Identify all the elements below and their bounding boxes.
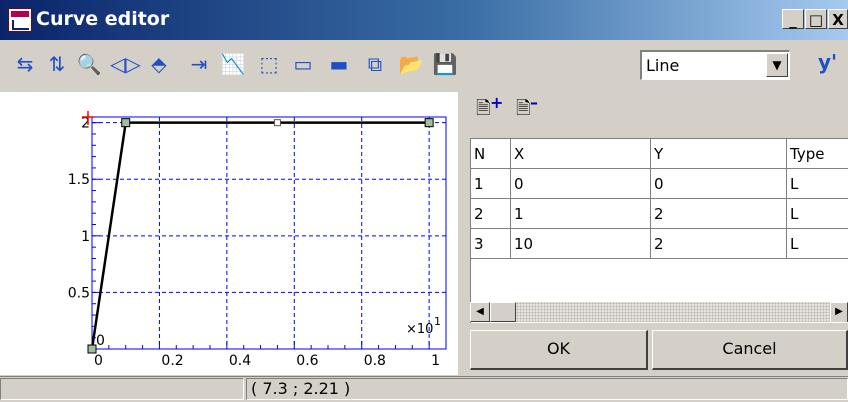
x-tick-label: 1 <box>431 353 440 369</box>
chart-icon[interactable]: 📉 <box>220 50 246 78</box>
x-tick-label: 0 <box>94 353 103 369</box>
scroll-thumb[interactable] <box>490 302 516 322</box>
x-multiplier-label: ×10 <box>406 322 433 337</box>
ok-button[interactable]: OK <box>470 330 648 370</box>
curve-plot[interactable]: 0 0.2 0.4 0.6 0.8 1 0.5 1 1.5 2 0 ×10 1 <box>0 92 458 375</box>
table-cell-n[interactable]: 2 <box>471 199 511 229</box>
cancel-button[interactable]: Cancel <box>652 330 848 370</box>
chevron-down-icon[interactable]: ▼ <box>766 53 788 77</box>
status-pane-empty <box>0 378 244 400</box>
line-tool-icon[interactable]: ▬ <box>326 50 352 78</box>
app-icon[interactable] <box>8 8 32 32</box>
point-table[interactable]: N X Y Type 1 0 0 L 2 1 2 L 3 10 2 L <box>470 138 848 323</box>
swap-horizontal-icon[interactable]: ⇆ <box>12 50 38 78</box>
table-cell-y[interactable]: 0 <box>651 169 787 199</box>
go-to-end-icon[interactable]: ⇥ <box>186 50 212 78</box>
curve-type-value: Line <box>646 56 680 75</box>
column-header-n[interactable]: N <box>471 139 511 169</box>
curve-point <box>87 344 97 354</box>
table-cell-type[interactable]: L <box>787 199 848 229</box>
y-axis-icon[interactable]: y' <box>818 50 837 74</box>
remove-point-icon[interactable]: 🗎 – <box>516 93 542 122</box>
table-cell-type[interactable]: L <box>787 169 848 199</box>
x-tick-label: 0.4 <box>229 353 251 369</box>
table-cell-n[interactable]: 3 <box>471 229 511 259</box>
y-tick-label: 1.5 <box>68 172 90 188</box>
fit-vertical-icon[interactable]: ⬘ <box>146 50 172 78</box>
swap-vertical-icon[interactable]: ⇅ <box>44 50 70 78</box>
table-cell-x[interactable]: 0 <box>511 169 651 199</box>
table-cell-y[interactable]: 2 <box>651 199 787 229</box>
y-tick-label: 0.5 <box>68 285 90 301</box>
copy-icon[interactable]: ⧉ <box>362 50 388 78</box>
cursor-position: ( 7.3 ; 2.21 ) <box>246 378 848 400</box>
minimize-button[interactable]: _ <box>782 9 804 29</box>
fit-horizontal-icon[interactable]: ◁▷ <box>110 50 141 78</box>
save-icon[interactable]: 💾 <box>432 50 458 78</box>
maximize-button[interactable]: □ <box>805 9 827 29</box>
curve-type-select[interactable]: Line ▼ <box>640 50 790 80</box>
close-button[interactable]: X <box>828 9 848 29</box>
column-header-y[interactable]: Y <box>651 139 787 169</box>
image-icon[interactable]: ▭ <box>290 50 316 78</box>
curve-midpoint-handle <box>273 119 281 127</box>
horizontal-scrollbar[interactable]: ◀ ▶ <box>470 302 848 322</box>
scroll-right-icon[interactable]: ▶ <box>830 302 848 322</box>
x-tick-label: 0.8 <box>364 353 386 369</box>
y-tick-label: 1 <box>81 229 90 245</box>
table-cell-y[interactable]: 2 <box>651 229 787 259</box>
x-tick-label: 0.2 <box>161 353 183 369</box>
column-header-x[interactable]: X <box>511 139 651 169</box>
table-cell-x[interactable]: 10 <box>511 229 651 259</box>
curve-plot-svg[interactable]: 0 0.2 0.4 0.6 0.8 10.511.520×101 <box>0 92 458 375</box>
table-cell-x[interactable]: 1 <box>511 199 651 229</box>
plot-frame <box>91 116 447 350</box>
zoom-icon[interactable]: 🔍 <box>76 50 102 78</box>
curve-point <box>121 118 131 128</box>
x-multiplier-exponent: 1 <box>434 315 441 328</box>
scroll-track[interactable] <box>516 302 830 322</box>
select-rect-icon[interactable]: ⬚ <box>256 50 282 78</box>
add-point-icon[interactable]: 🗎 + <box>476 93 503 122</box>
table-cell-type[interactable]: L <box>787 229 848 259</box>
x-tick-label: 0.6 <box>296 353 318 369</box>
table-cell-n[interactable]: 1 <box>471 169 511 199</box>
scroll-left-icon[interactable]: ◀ <box>470 302 490 322</box>
origin-label: 0 <box>96 333 105 349</box>
curve-point <box>424 118 434 128</box>
window-title: Curve editor <box>36 8 170 30</box>
open-icon[interactable]: 📂 <box>398 50 424 78</box>
column-header-type[interactable]: Type <box>787 139 848 169</box>
